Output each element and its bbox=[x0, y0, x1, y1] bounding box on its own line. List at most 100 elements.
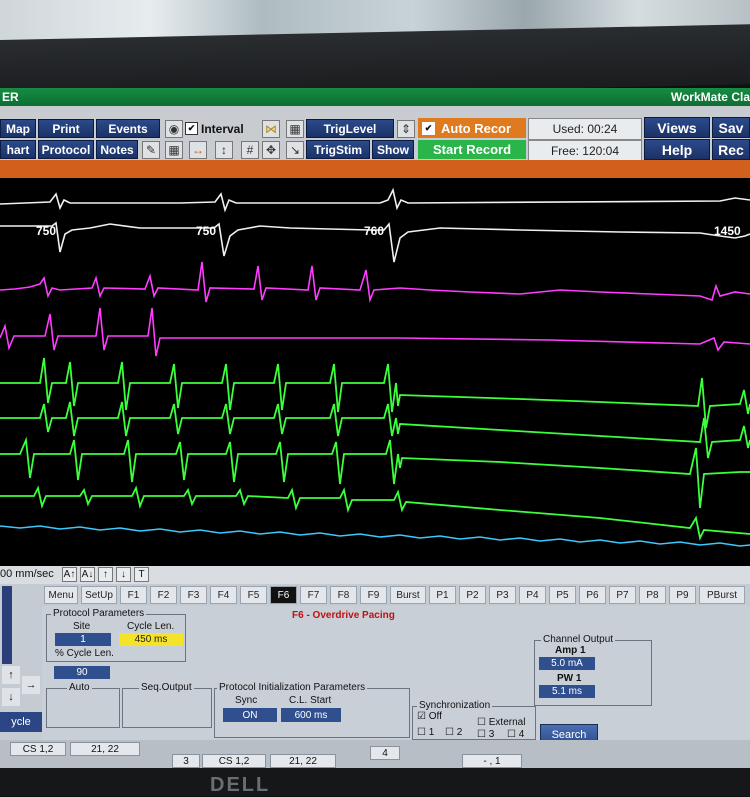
vertical-caliper-icon[interactable]: ↕ bbox=[215, 141, 233, 159]
record-button[interactable]: Rec bbox=[712, 139, 750, 160]
workmate-screen: ER WorkMate Cla Map Print Events ◉ ✔ Inte… bbox=[0, 88, 750, 768]
main-toolbar: Map Print Events ◉ ✔ Interval ⋈ ▦ TrigLev… bbox=[0, 106, 750, 162]
tab-p7[interactable]: P7 bbox=[609, 586, 636, 604]
tab-f4[interactable]: F4 bbox=[210, 586, 237, 604]
tab-f7[interactable]: F7 bbox=[300, 586, 327, 604]
auto-title: Auto bbox=[67, 682, 92, 693]
tab-f8[interactable]: F8 bbox=[330, 586, 357, 604]
site-value[interactable]: 1 bbox=[55, 633, 111, 646]
channel-21-22-b[interactable]: 21, 22 bbox=[270, 754, 336, 768]
cycle-button[interactable]: ycle bbox=[0, 712, 42, 732]
tab-p5[interactable]: P5 bbox=[549, 586, 576, 604]
move-icon[interactable]: ✥ bbox=[262, 141, 280, 159]
interval-checkbox[interactable]: ✔ Interval bbox=[185, 119, 255, 138]
tab-f9[interactable]: F9 bbox=[360, 586, 387, 604]
sync-1-checkbox[interactable]: ☐ 1 bbox=[417, 727, 434, 738]
channel-box-4[interactable]: 4 bbox=[370, 746, 400, 760]
caliper-icon[interactable]: ⋈ bbox=[262, 120, 280, 138]
tab-burst[interactable]: Burst bbox=[390, 586, 426, 604]
tab-p3[interactable]: P3 bbox=[489, 586, 516, 604]
trigstim-button[interactable]: TrigStim bbox=[306, 140, 370, 159]
cl-start-value[interactable]: 600 ms bbox=[281, 708, 341, 722]
chart-button[interactable]: hart bbox=[0, 140, 36, 159]
right-arrow-icon[interactable]: → bbox=[22, 676, 40, 694]
protocol-button[interactable]: Protocol bbox=[38, 140, 94, 159]
amplitude-down-icon[interactable]: A↓ bbox=[80, 567, 95, 582]
down-icon[interactable]: ↓ bbox=[2, 688, 20, 706]
off-checkbox[interactable]: ☑ Off bbox=[417, 711, 442, 722]
tab-pburst[interactable]: PBurst bbox=[699, 586, 745, 604]
tab-f2[interactable]: F2 bbox=[150, 586, 177, 604]
sweep-speed[interactable]: 00 mm/sec bbox=[0, 568, 54, 580]
show-button[interactable]: Show bbox=[372, 140, 414, 159]
pw-value[interactable]: 5.1 ms bbox=[539, 685, 595, 698]
tab-p1[interactable]: P1 bbox=[429, 586, 456, 604]
save-button[interactable]: Sav bbox=[712, 117, 750, 138]
chart-label: hart bbox=[6, 142, 30, 157]
events-button[interactable]: Events bbox=[96, 119, 160, 138]
tab-f3[interactable]: F3 bbox=[180, 586, 207, 604]
amplitude-up-icon[interactable]: A↑ bbox=[62, 567, 77, 582]
pct-cycle-value[interactable]: 90 bbox=[54, 666, 110, 679]
views-button[interactable]: Views bbox=[644, 117, 710, 138]
tab-menu[interactable]: Menu bbox=[44, 586, 78, 604]
channel-box-3[interactable]: 3 bbox=[172, 754, 200, 768]
tab-f6[interactable]: F6 bbox=[270, 586, 297, 604]
events-label: Events bbox=[108, 121, 148, 136]
tab-p4[interactable]: P4 bbox=[519, 586, 546, 604]
pressure-trace bbox=[0, 525, 750, 547]
t-icon[interactable]: T bbox=[134, 567, 149, 582]
sync-value[interactable]: ON bbox=[223, 708, 277, 722]
checkmark-icon: ✔ bbox=[422, 121, 435, 135]
tab-setup[interactable]: SetUp bbox=[81, 586, 117, 604]
up-down-arrows-icon[interactable]: ⇕ bbox=[397, 120, 415, 138]
record-label: Rec bbox=[718, 141, 744, 158]
arrow-up-icon[interactable]: ↑ bbox=[98, 567, 113, 582]
catheter-egm-4 bbox=[0, 485, 750, 541]
start-record-button[interactable]: Start Record bbox=[418, 140, 526, 159]
tab-f1[interactable]: F1 bbox=[120, 586, 147, 604]
notes-button[interactable]: Notes bbox=[96, 140, 138, 159]
pen-icon[interactable]: ✎ bbox=[142, 141, 160, 159]
tab-p9[interactable]: P9 bbox=[669, 586, 696, 604]
amp-value[interactable]: 5.0 mA bbox=[539, 657, 595, 670]
up-icon[interactable]: ↑ bbox=[2, 666, 20, 684]
map-button[interactable]: Map bbox=[0, 119, 36, 138]
seq-output-title: Seq.Output bbox=[139, 682, 194, 693]
horizontal-caliper-icon[interactable]: ↔ bbox=[189, 141, 207, 159]
diagonal-icon[interactable]: ↘ bbox=[286, 141, 304, 159]
tab-f5[interactable]: F5 bbox=[240, 586, 267, 604]
sync-3-checkbox[interactable]: ☐ 3 bbox=[477, 729, 494, 740]
print-button[interactable]: Print bbox=[38, 119, 94, 138]
sweep-speed-bar: 00 mm/sec A↑ A↓ ↑ ↓ T bbox=[0, 566, 750, 584]
triglevel-button[interactable]: TrigLevel bbox=[306, 119, 394, 138]
tab-p6[interactable]: P6 bbox=[579, 586, 606, 604]
camera-icon[interactable]: ◉ bbox=[165, 120, 183, 138]
channel-21-22[interactable]: 21, 22 bbox=[70, 742, 140, 756]
sync-2-checkbox[interactable]: ☐ 2 bbox=[445, 727, 462, 738]
channel-output-title: Channel Output bbox=[541, 634, 616, 645]
tab-p8[interactable]: P8 bbox=[639, 586, 666, 604]
amp-label: Amp 1 bbox=[555, 645, 586, 656]
arrow-down-icon[interactable]: ↓ bbox=[116, 567, 131, 582]
title-bar: ER WorkMate Cla bbox=[0, 88, 750, 106]
calculator-icon[interactable]: ▦ bbox=[286, 120, 304, 138]
external-checkbox[interactable]: ☐ External bbox=[477, 717, 525, 728]
cycle-length-value[interactable]: 450 ms bbox=[119, 633, 183, 646]
pw-label: PW 1 bbox=[557, 673, 582, 684]
channel-cs-1[interactable]: CS 1,2 bbox=[10, 742, 66, 756]
print-label: Print bbox=[52, 121, 80, 136]
channel-minus-1[interactable]: - , 1 bbox=[462, 754, 522, 768]
hash-icon[interactable]: # bbox=[241, 141, 259, 159]
show-label: Show bbox=[377, 142, 409, 157]
surface-ecg-lead-1 bbox=[0, 187, 750, 213]
auto-record-toggle[interactable]: ✔ Auto Recor bbox=[418, 118, 526, 138]
grid-icon[interactable]: ▦ bbox=[165, 141, 183, 159]
sync-4-checkbox[interactable]: ☐ 4 bbox=[507, 729, 524, 740]
tab-p2[interactable]: P2 bbox=[459, 586, 486, 604]
channel-cs-2[interactable]: CS 1,2 bbox=[202, 754, 266, 768]
scroll-strip[interactable] bbox=[2, 586, 12, 664]
status-strip bbox=[0, 160, 750, 178]
cl-start-label: C.L. Start bbox=[289, 695, 332, 706]
help-button[interactable]: Help bbox=[644, 139, 710, 160]
